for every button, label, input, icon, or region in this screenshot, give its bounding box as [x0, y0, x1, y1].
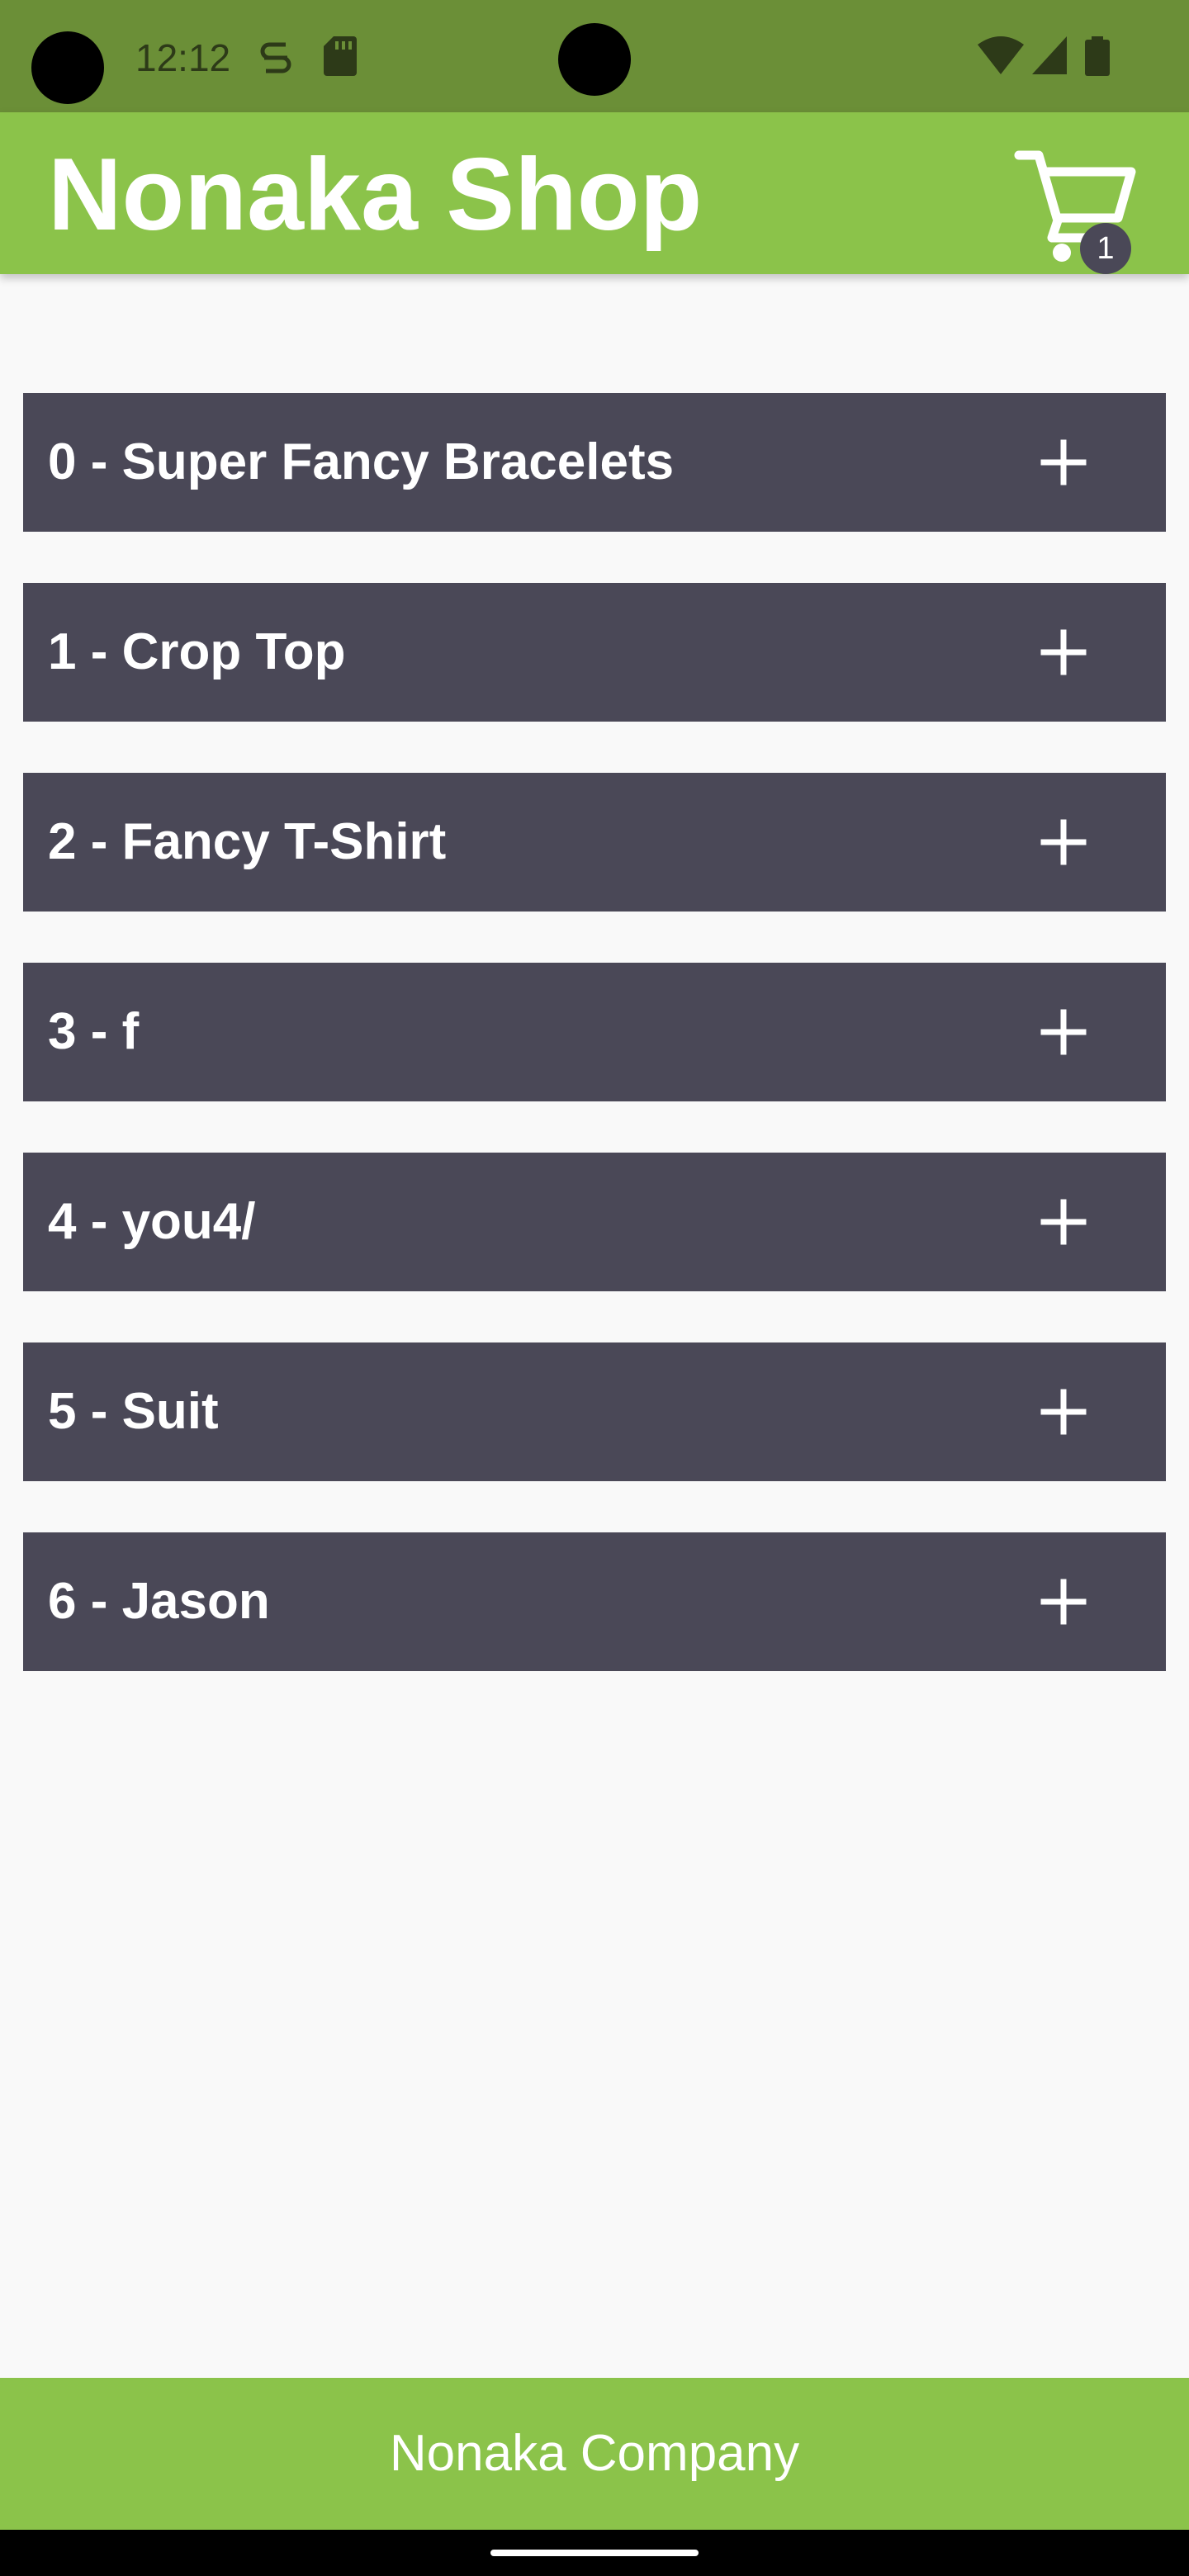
screen: 12:12 Nonaka Shop 1 0 - Super Fancy Brac… — [0, 0, 1189, 2576]
product-label: 2 - Fancy T-Shirt — [48, 813, 447, 870]
list-item: 0 - Super Fancy Bracelets — [23, 393, 1166, 532]
plus-icon[interactable] — [1014, 603, 1113, 702]
app-title: Nonaka Shop — [48, 138, 703, 252]
wifi-icon — [978, 36, 1024, 74]
footer: Nonaka Company — [0, 2378, 1189, 2530]
product-label: 3 - f — [48, 1003, 140, 1060]
battery-icon — [1085, 36, 1110, 76]
product-label: 1 - Crop Top — [48, 623, 346, 680]
list-item: 4 - you4/ — [23, 1153, 1166, 1291]
list-item: 5 - Suit — [23, 1342, 1166, 1481]
camera-cutout-icon — [31, 31, 104, 104]
plus-icon[interactable] — [1014, 413, 1113, 512]
product-label: 4 - you4/ — [48, 1193, 256, 1250]
signal-icon — [1032, 36, 1067, 74]
app-bar: Nonaka Shop 1 — [0, 112, 1189, 274]
list-item: 3 - f — [23, 963, 1166, 1101]
system-nav-bar — [0, 2530, 1189, 2576]
plus-icon[interactable] — [1014, 1552, 1113, 1651]
product-label: 6 - Jason — [48, 1573, 270, 1630]
cart-count-badge: 1 — [1080, 223, 1131, 274]
product-list: 0 - Super Fancy Bracelets 1 - Crop Top 2… — [23, 393, 1166, 1722]
plus-icon[interactable] — [1014, 1172, 1113, 1271]
product-label: 5 - Suit — [48, 1383, 219, 1440]
sd-card-icon — [324, 36, 357, 76]
front-camera-icon — [558, 23, 631, 96]
list-item: 6 - Jason — [23, 1532, 1166, 1671]
plus-icon[interactable] — [1014, 1362, 1113, 1461]
plus-icon[interactable] — [1014, 983, 1113, 1082]
list-item: 1 - Crop Top — [23, 583, 1166, 722]
product-label: 0 - Super Fancy Bracelets — [48, 433, 675, 490]
footer-text: Nonaka Company — [389, 2425, 800, 2482]
list-item: 2 - Fancy T-Shirt — [23, 773, 1166, 912]
home-indicator[interactable] — [490, 2550, 699, 2556]
plus-icon[interactable] — [1014, 793, 1113, 892]
status-bar: 12:12 — [0, 0, 1189, 112]
status-time: 12:12 — [135, 36, 231, 79]
sync-icon — [260, 42, 291, 73]
